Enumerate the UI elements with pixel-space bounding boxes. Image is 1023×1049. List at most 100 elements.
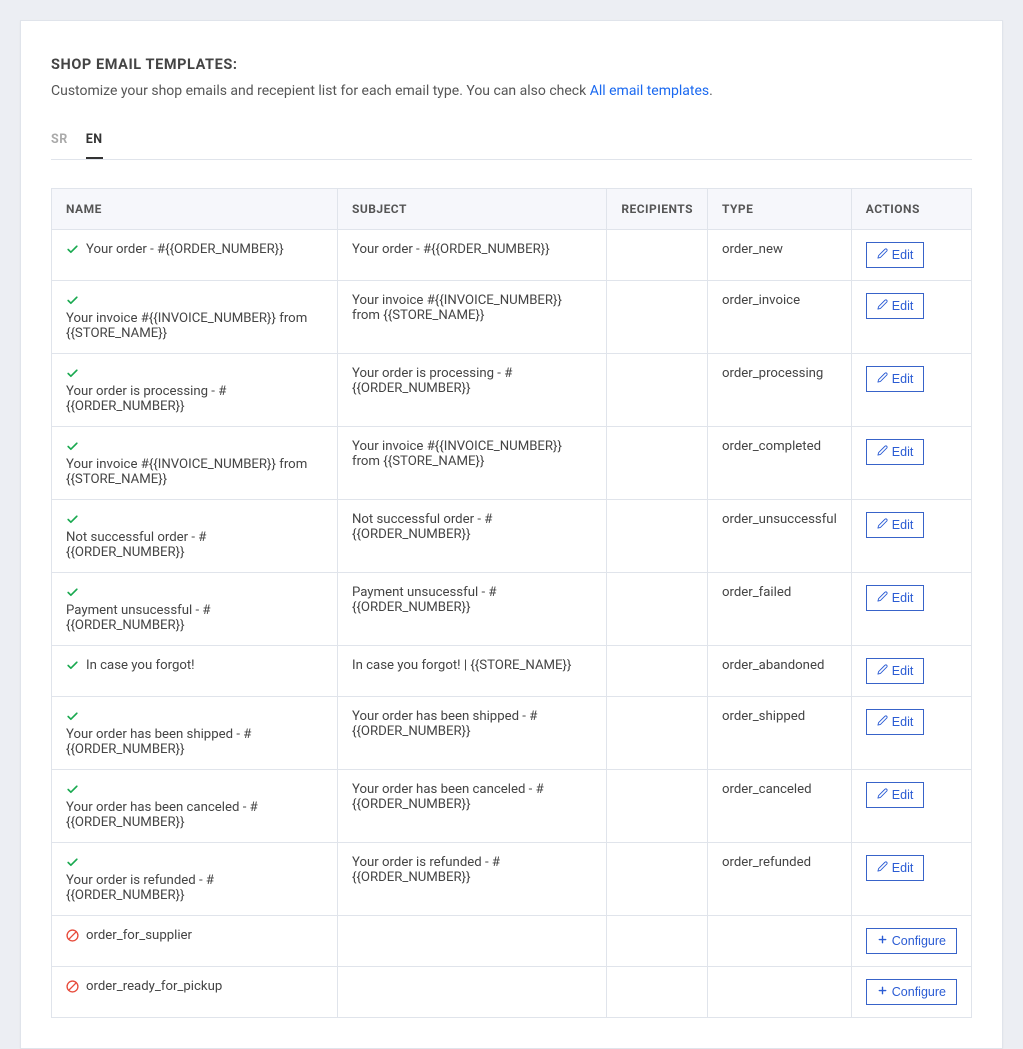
table-row: Your invoice #{{INVOICE_NUMBER}} from {{… [52,427,972,500]
cell-subject [337,916,606,967]
block-icon [66,929,80,946]
cell-recipients [607,967,708,1018]
cell-subject: In case you forgot! | {{STORE_NAME}} [337,646,606,697]
template-name: Your order - #{{ORDER_NUMBER}} [86,242,284,257]
tab-sr[interactable]: SR [51,124,68,159]
pencil-icon [877,788,888,802]
cell-actions: Configure [851,916,971,967]
table-row: Your order has been shipped - #{{ORDER_N… [52,697,972,770]
edit-button[interactable]: Edit [866,709,925,735]
cell-type: order_refunded [707,843,851,916]
subtitle-prefix: Customize your shop emails and recepient… [51,83,590,99]
button-label: Configure [892,985,946,999]
cell-actions: Edit [851,646,971,697]
check-icon [66,710,80,727]
block-icon [66,980,80,997]
col-actions-header: ACTIONS [851,189,971,230]
col-type-header: TYPE [707,189,851,230]
check-icon [66,367,80,384]
cell-actions: Edit [851,281,971,354]
cell-name: order_ready_for_pickup [52,967,338,1018]
email-templates-panel: SHOP EMAIL TEMPLATES: Customize your sho… [20,20,1003,1049]
edit-button[interactable]: Edit [866,658,925,684]
edit-button[interactable]: Edit [866,242,925,268]
pencil-icon [877,372,888,386]
template-name: Your order has been canceled - #{{ORDER_… [66,800,321,830]
button-label: Edit [892,715,914,729]
plus-icon [877,985,888,999]
button-label: Edit [892,788,914,802]
template-name: order_for_supplier [86,928,192,943]
cell-actions: Edit [851,770,971,843]
cell-name: Your order has been shipped - #{{ORDER_N… [52,697,338,770]
edit-button[interactable]: Edit [866,585,925,611]
check-icon [66,856,80,873]
edit-button[interactable]: Edit [866,293,925,319]
pencil-icon [877,248,888,262]
edit-button[interactable]: Edit [866,855,925,881]
button-label: Edit [892,445,914,459]
cell-actions: Edit [851,697,971,770]
cell-type: order_invoice [707,281,851,354]
table-row: Your order has been canceled - #{{ORDER_… [52,770,972,843]
cell-recipients [607,916,708,967]
edit-button[interactable]: Edit [866,439,925,465]
page-title: SHOP EMAIL TEMPLATES: [51,56,972,73]
table-row: Your invoice #{{INVOICE_NUMBER}} from {{… [52,281,972,354]
cell-recipients [607,646,708,697]
subtitle-suffix: . [709,83,713,99]
cell-actions: Configure [851,967,971,1018]
cell-recipients [607,500,708,573]
edit-button[interactable]: Edit [866,512,925,538]
cell-type [707,916,851,967]
table-row: In case you forgot! In case you forgot! |… [52,646,972,697]
cell-subject: Your order is processing - #{{ORDER_NUMB… [337,354,606,427]
cell-recipients [607,770,708,843]
pencil-icon [877,715,888,729]
button-label: Configure [892,934,946,948]
cell-type: order_processing [707,354,851,427]
check-icon [66,513,80,530]
cell-name: Payment unsucessful - #{{ORDER_NUMBER}} [52,573,338,646]
cell-subject [337,967,606,1018]
cell-recipients [607,697,708,770]
cell-type [707,967,851,1018]
button-label: Edit [892,861,914,875]
cell-name: Not successful order - #{{ORDER_NUMBER}} [52,500,338,573]
table-row: Your order is processing - #{{ORDER_NUMB… [52,354,972,427]
template-name: Not successful order - #{{ORDER_NUMBER}} [66,530,321,560]
tab-en[interactable]: EN [86,124,103,159]
all-templates-link[interactable]: All email templates [590,83,709,99]
table-row: Your order is refunded - #{{ORDER_NUMBER… [52,843,972,916]
cell-name: In case you forgot! [52,646,338,697]
button-label: Edit [892,664,914,678]
cell-actions: Edit [851,843,971,916]
template-name: Your order is refunded - #{{ORDER_NUMBER… [66,873,321,903]
template-name: Your order is processing - #{{ORDER_NUMB… [66,384,321,414]
button-label: Edit [892,591,914,605]
cell-actions: Edit [851,230,971,281]
check-icon [66,243,80,260]
cell-name: Your order is processing - #{{ORDER_NUMB… [52,354,338,427]
edit-button[interactable]: Edit [866,366,925,392]
template-name: Your order has been shipped - #{{ORDER_N… [66,727,321,757]
pencil-icon [877,664,888,678]
cell-actions: Edit [851,573,971,646]
button-label: Edit [892,248,914,262]
table-row: order_ready_for_pickup Configure [52,967,972,1018]
template-name: In case you forgot! [86,658,195,673]
edit-button[interactable]: Edit [866,782,925,808]
cell-subject: Not successful order - #{{ORDER_NUMBER}} [337,500,606,573]
pencil-icon [877,518,888,532]
cell-type: order_unsuccessful [707,500,851,573]
cell-actions: Edit [851,500,971,573]
cell-subject: Your invoice #{{INVOICE_NUMBER}} from {{… [337,281,606,354]
template-name: order_ready_for_pickup [86,979,222,994]
configure-button[interactable]: Configure [866,979,957,1005]
pencil-icon [877,299,888,313]
table-row: order_for_supplier Configure [52,916,972,967]
table-row: Payment unsucessful - #{{ORDER_NUMBER}}P… [52,573,972,646]
configure-button[interactable]: Configure [866,928,957,954]
cell-recipients [607,230,708,281]
cell-name: Your invoice #{{INVOICE_NUMBER}} from {{… [52,281,338,354]
